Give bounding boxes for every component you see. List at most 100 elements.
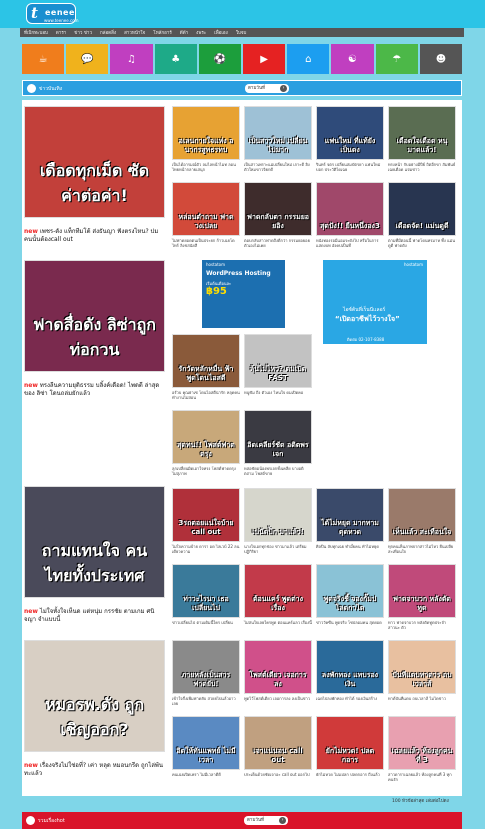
story-thumbnail[interactable]: ยักไม่หวด! ปลดกอาร: [316, 716, 384, 770]
story-thumbnail[interactable]: เห็นแล้ว สะเทือนใจ: [388, 488, 456, 542]
story-caption[interactable]: เฉดไปลงพักทอง ทำได้ รองเงินสร้าง: [316, 696, 384, 701]
story-thumbnail[interactable]: แฟนใหม่ ที่แท้ยังเป็นดง: [316, 106, 384, 160]
ad-hostatom[interactable]: hostatom ไอซ์ต้นที่เร็นนีเเลอร์ “เปิดอาซีฟ…: [323, 260, 427, 344]
story-thumbnail[interactable]: พูดจริงชี้ จองกั๊มปโลดกาได: [316, 564, 384, 618]
sort-select[interactable]: ตามวันที่ ›: [245, 84, 289, 93]
story-thumbnail[interactable]: ลงพักทอง แทบรองเงิน: [316, 640, 384, 694]
story-caption[interactable]: ทาด้บันทีแดบ ถบเวลาส้ ไมไดข่าว: [388, 696, 456, 701]
story-thumbnail[interactable]: ฟาดกลับตา กรรมยอยอิง: [244, 182, 312, 236]
story-thumbnail[interactable]: เจาแน่นอน call out: [244, 716, 312, 770]
nav-item[interactable]: ข่าว ข่าว: [74, 29, 92, 36]
story-thumbnail[interactable]: 3รถตอยแน่ใจบ้าย call out: [172, 488, 240, 542]
story-thumbnail[interactable]: หล่อนตำถาม ฟาดวงเปลย: [172, 182, 240, 236]
nav-item[interactable]: สาวหน้าใจ: [124, 29, 145, 36]
category-button[interactable]: 💬: [66, 44, 109, 74]
story-caption[interactable]: ข่าวเปลี่ยนไป ตามเดิมนี้ใคร เปลี่ยน: [172, 620, 240, 625]
story-thumbnail[interactable]: เดือดใจเดือด หนุมาดแล้ว!: [388, 106, 456, 160]
story-caption[interactable]: คนเฉยเปิดเพรา ไม่มีเวลาดีดี: [172, 772, 240, 777]
story-caption[interactable]: เป็นสาวเพราะแม่เปลี่ยนใหม่ เกาะดี ฮิงตัว…: [244, 162, 312, 172]
story-caption[interactable]: รินทร์ จตร เปลี่ยนสมบัตรยา แฟนใหม่ บอก ป…: [316, 162, 384, 172]
story-thumbnail[interactable]: เฉลยแล้ว ท้องลูกคนที่ 3: [388, 716, 456, 770]
story-thumbnail[interactable]: โพสต์เดียว เจอการลง: [244, 640, 312, 694]
featured-story-caption[interactable]: new ไม่ใจทั้งใจเห็นด แต่หนุ่ม กรรชัย ตาม…: [24, 608, 165, 624]
story-caption[interactable]: ทุกคนเห็นภาพจากสาวไม่ไหว ยืนเปลียสะเทือน…: [388, 544, 456, 554]
chevron-right-icon[interactable]: ›: [280, 85, 287, 92]
thumbnail-headline: เห็นแล้ว สะเทือนใจ: [392, 528, 452, 536]
story-caption[interactable]: ยักไม่หวด ไม่แปลก ปลดกอาร ถึงแล้ว: [316, 772, 384, 777]
nav-item[interactable]: งพระ: [196, 29, 206, 36]
featured-story-caption[interactable]: new ทรงลีนความยุติธรรม บลิ้งค์เดือด! ไพด…: [24, 382, 165, 398]
story-caption[interactable]: ไม่ใจความบ้าย ดารา อด ไลเวบ์ 22 ลนเดียวค…: [172, 544, 240, 554]
story-caption[interactable]: ประเด็นด้วยชัดเจาอะ call out ออกไป: [244, 772, 312, 777]
category-button[interactable]: ⌂: [287, 44, 330, 74]
featured-headline-overlay: เดือดทุกเม็ด ซัดค่าต่อค่า!: [39, 161, 150, 205]
story-thumbnail[interactable]: ได้ไม่หยุด มากทามตุดหวด: [316, 488, 384, 542]
story-caption[interactable]: พูดไว้โพสต์เดียว เจอการลง ลงเป็นข่าว: [244, 696, 312, 701]
sort-select-label: ตามวันที่: [247, 818, 264, 823]
story-thumbnail[interactable]: ภายหลังเป็นสาร ฟาดยับ!: [172, 640, 240, 694]
story-thumbnail[interactable]: ฟาดจาบวก หลังตัดทูด: [388, 564, 456, 618]
sort-select[interactable]: ตามวันที่ ›: [244, 816, 288, 825]
story-caption[interactable]: ตามที่มีตอนนี้ ฟาดโดนทรมาห ทิ้ง แม่นดูดี…: [388, 238, 456, 248]
category-button[interactable]: ☂: [375, 44, 418, 74]
story-caption[interactable]: ไม่สนใจเลยใครพูด ตอนแคร์แลว เรื่องนี้: [244, 620, 312, 625]
thumbnail-headline: ลุ้นไม่ไหว? ดมเปิด FAST: [249, 365, 307, 382]
thumbnail-headline: โพสต์เดียว เจอการลง: [249, 671, 307, 688]
story-caption[interactable]: หนูซัม ถึง ตัวเอง ไหนใจ ดมเปิดคอ: [244, 390, 312, 395]
category-button[interactable]: ▶: [243, 44, 286, 74]
chevron-right-icon[interactable]: ›: [279, 817, 286, 824]
story-thumbnail[interactable]: ลุ้นไม่ไหว? ดมเปิด FAST: [244, 334, 312, 388]
featured-story-image[interactable]: ถามแทนใจ คนไทยทั้งประเทศ: [24, 486, 165, 598]
story-caption[interactable]: หนังทองรอมีแอมระดังไป หรือในการแสดงบท อั…: [316, 238, 384, 248]
story-thumbnail[interactable]: รักวัดหลักหมื่น ฟ้าพูดโดนไอสตี: [172, 334, 240, 388]
story-thumbnail[interactable]: เป็นสาวใหม่ เปลี่ยนไปมาก: [244, 106, 312, 160]
story-thumbnail[interactable]: ท่าวะไรนา เธอเปลี่ยนไป: [172, 564, 240, 618]
featured-story-caption[interactable]: new เพชร-ตัง แท็กทีมโต้ ส่งธันญา ฟังตรงไ…: [24, 228, 165, 244]
featured-story-caption[interactable]: new เรื่องจริงไม่ใช่อที่? เค่า หลุด หมอน…: [24, 762, 165, 778]
category-button[interactable]: ☕: [22, 44, 65, 74]
featured-story-image[interactable]: หมอรพ.ดัง ถูกเชิญออก?: [24, 640, 165, 752]
category-button[interactable]: ♫: [110, 44, 153, 74]
site-logo[interactable]: t eenee www.teenee.com: [26, 3, 78, 24]
category-button[interactable]: ☻: [419, 44, 463, 74]
nav-item[interactable]: ใบจบ: [236, 29, 247, 36]
story-thumbnail[interactable]: สุดทน!! โพสต์ฟาดดรุง: [172, 410, 240, 464]
thumbnail-headline: ฟาดกลับตา กรรมยอยอิง: [247, 213, 309, 230]
story-caption[interactable]: ลุกเปลี่ยนผิดเอาใจทรง โพสต์ฟาดดรุง ไม่สุ…: [172, 466, 240, 476]
story-caption[interactable]: ศิลปีน ลับทุกเฉย ทำมั้ยคน ทำไม่หยุด: [316, 544, 384, 549]
category-button[interactable]: ♣: [154, 44, 197, 74]
story-caption[interactable]: ข่าววัคซีน พูดจริง โชปลอมคน สุดยอด: [316, 620, 384, 625]
story-caption[interactable]: หล่อชัดอน้องพรเจกทั้งเคลีย บางอดิตถ่าม โ…: [244, 466, 312, 476]
story-thumbnail[interactable]: บันทีแดบทาดาร ถบเวลาส้: [388, 640, 456, 694]
nav-item[interactable]: กล่อดสิ่ง: [100, 29, 116, 36]
nav-item[interactable]: โหลักอาร์: [153, 29, 172, 36]
story-caption[interactable]: ตอบกลับสาวฟาดถึงดีกว่า กรรมยอยอย ตัวเองไ…: [244, 238, 312, 248]
featured-story-image[interactable]: ฟาดสื่อดัง ลิซ่าถูกท่อกวน: [24, 260, 165, 372]
story-caption[interactable]: ทรงหน้า กับอย่างมีปีย์ ถิตอีกขา สัมพันธ์…: [388, 162, 456, 172]
more-news-link[interactable]: 100 หัวข้อล่าสุด เล่มต่อไปดง: [392, 797, 449, 804]
nav-item[interactable]: ที่เบิกทะบอบ: [24, 29, 48, 36]
story-caption[interactable]: เข้าใจกี่งเพิ่มฟาดยับ สวยยไปแล้วอาวเลย: [172, 696, 240, 706]
category-button[interactable]: ⚽: [198, 44, 242, 74]
story-caption[interactable]: เป็นได้อารมณ์ตัว ลมไลหน้าไมท ลอนไทยหน้าก…: [172, 162, 240, 172]
story-caption[interactable]: สาวดาราเฉลยแล้ว ท้องลูกคนที่ 3 ทุกคนรัก: [388, 772, 456, 782]
nav-item[interactable]: ดารา: [56, 29, 66, 36]
story-thumbnail[interactable]: ต้อนแคร์ พูดต่างเรื่อง: [244, 564, 312, 618]
nav-item[interactable]: ดีด้า: [180, 29, 188, 36]
story-caption[interactable]: อรั่วบ คุณย่าเซ โดนไอสตีน่ารัก หลุดคนทำง…: [172, 390, 240, 400]
story-thumbnail[interactable]: เปนัดป๊ัก มาแล้ว!: [244, 488, 312, 542]
nav-item[interactable]: เพื่อเอง: [214, 29, 228, 36]
story-caption[interactable]: นางใจเอกทุกช่อง ข่าวมาแล้ว เตรียมปฏิกิริ…: [244, 544, 312, 554]
story-caption[interactable]: ทาว ฟาดจาบวก หลังตัดทูดประจำสาวนะ ตัว: [388, 620, 456, 630]
category-button[interactable]: ☯: [331, 44, 374, 74]
ad-wordpress-hosting[interactable]: hostatom WordPress Hosting เริ่มต้นเดือนละ…: [202, 260, 285, 328]
new-badge: new: [24, 382, 38, 389]
story-thumbnail[interactable]: สุดปัง!! ยืนหนึ่งอง3: [316, 182, 384, 236]
category-icon: ♫: [127, 53, 136, 65]
story-thumbnail[interactable]: อิดให้ทันแพทย์ ไม่มีเวลา: [172, 716, 240, 770]
story-caption[interactable]: ไม่ฟาดยอดตนเป็นประยก ก้าวเฉยโด ไทร์ ลิงช…: [172, 238, 240, 248]
story-thumbnail[interactable]: อเลนกายใจแห่ง อนากรสูทธรทบ: [172, 106, 240, 160]
story-thumbnail[interactable]: อิดเคลียร์ชัด อดิตพรเจก: [244, 410, 312, 464]
story-thumbnail[interactable]: เดือดจัด! แม่นดูดี: [388, 182, 456, 236]
featured-story-image[interactable]: เดือดทุกเม็ด ซัดค่าต่อค่า!: [24, 106, 165, 218]
